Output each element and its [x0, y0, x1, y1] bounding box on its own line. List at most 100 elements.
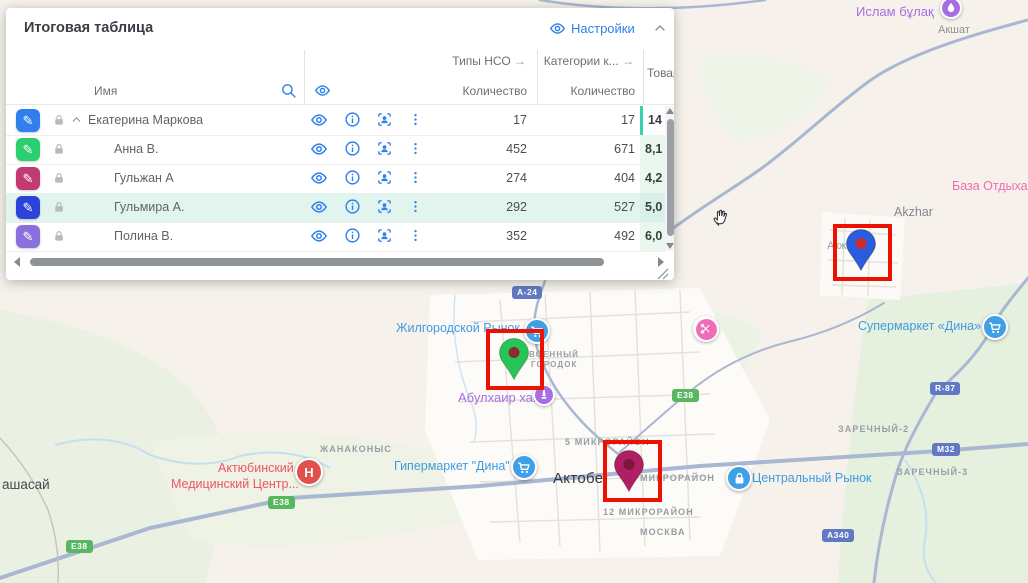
map-screen: Ислам бұлақ Акшат База Отдыха Akzhar Акж…: [0, 0, 1028, 583]
horizontal-scroll-thumb[interactable]: [30, 258, 604, 266]
map-label-akzhar[interactable]: Akzhar: [894, 205, 933, 219]
map-label-shashasay[interactable]: ашасай: [2, 477, 50, 492]
edit-button[interactable]: ✎: [16, 167, 40, 190]
eye-icon[interactable]: [310, 198, 328, 216]
map-pin-green[interactable]: [497, 337, 531, 381]
lock-icon[interactable]: [52, 142, 66, 156]
edit-button[interactable]: ✎: [16, 109, 40, 132]
map-label-moskva[interactable]: МОСКВА: [640, 527, 686, 537]
map-label-mkr-12[interactable]: 12 МИКРОРАЙОН: [603, 507, 694, 517]
panel-resize-handle[interactable]: [656, 267, 669, 280]
visibility-column-icon[interactable]: [314, 82, 331, 99]
map-label-islam-bulak[interactable]: Ислам бұлақ: [856, 4, 934, 19]
road-badge-e38-mid: Е38: [268, 496, 295, 509]
summary-table-panel: Итоговая таблица Настройки Типы НСО → Ка…: [6, 8, 674, 280]
column-group-kategorii[interactable]: Категории к... →: [522, 54, 634, 68]
road-badge-a24: А-24: [512, 286, 542, 299]
locate-icon[interactable]: [376, 169, 393, 186]
column-divider: [304, 50, 305, 104]
column-group-tovar[interactable]: Товар: [647, 66, 674, 80]
supermarket-cart-icon[interactable]: [982, 314, 1008, 340]
road-badge-a340: А340: [822, 529, 854, 542]
lock-icon[interactable]: [52, 171, 66, 185]
gipermarket-cart-icon[interactable]: [511, 454, 537, 480]
row-name: Гульжан А: [114, 171, 174, 185]
panel-collapse-button[interactable]: [652, 20, 668, 36]
vertical-scroll-thumb[interactable]: [667, 119, 674, 236]
hospital-icon[interactable]: Н: [295, 458, 323, 486]
locate-icon[interactable]: [376, 227, 393, 244]
table-row[interactable]: ✎ Екатерина Маркова 17 17 14: [6, 106, 666, 136]
map-pin-blue[interactable]: [844, 228, 878, 272]
map-label-aktobe[interactable]: Актобе: [553, 470, 603, 487]
road-badge-e38-right: Е38: [672, 389, 699, 402]
eye-icon[interactable]: [310, 111, 328, 129]
scroll-right-arrow[interactable]: [658, 257, 664, 267]
map-label-zarechny-3[interactable]: ЗАРЕЧНЫЙ-3: [897, 467, 968, 477]
scroll-left-arrow[interactable]: [14, 257, 20, 267]
kebab-menu-icon[interactable]: [408, 111, 423, 128]
locate-icon[interactable]: [376, 198, 393, 215]
collapse-row-icon[interactable]: [70, 113, 83, 126]
vertical-scrollbar[interactable]: [665, 106, 674, 251]
lock-icon[interactable]: [52, 229, 66, 243]
map-label-zarechny-2[interactable]: ЗАРЕЧНЫЙ-2: [838, 424, 909, 434]
map-label-zhanakonys[interactable]: ЖАНАКОНЫС: [320, 444, 392, 454]
table-row[interactable]: ✎ Анна В. 452 671 8,1: [6, 135, 666, 165]
qty1-value: 352: [436, 229, 527, 243]
map-label-abulkhair-khan[interactable]: Абулхаир хан: [458, 390, 540, 405]
search-icon[interactable]: [280, 82, 297, 99]
edit-button[interactable]: ✎: [16, 196, 40, 219]
header-separator: [6, 104, 674, 105]
rynok-lock-icon[interactable]: [726, 465, 752, 491]
qty2-value: 404: [544, 171, 635, 185]
beauty-poi-icon[interactable]: [693, 316, 719, 342]
panel-title: Итоговая таблица: [24, 20, 153, 36]
scroll-down-arrow[interactable]: [666, 243, 674, 249]
table-row[interactable]: ✎ Полина В. 352 492 6,0: [6, 222, 666, 252]
kebab-menu-icon[interactable]: [408, 198, 423, 215]
column-header-name: Имя: [94, 84, 117, 98]
qty2-value: 17: [544, 113, 635, 127]
column-group-label: Типы НСО: [452, 54, 510, 68]
column-header-qty1: Количество: [424, 84, 527, 98]
islam-bulak-fountain-icon[interactable]: [940, 0, 962, 19]
locate-icon[interactable]: [376, 140, 393, 157]
map-pin-crimson[interactable]: [612, 449, 646, 493]
row-name: Гульмира А.: [114, 200, 184, 214]
eye-icon[interactable]: [310, 140, 328, 158]
map-label-akshat[interactable]: Акшат: [938, 24, 970, 36]
lock-icon[interactable]: [52, 113, 66, 127]
scroll-up-arrow[interactable]: [666, 108, 674, 114]
chevron-up-icon: [652, 20, 668, 36]
map-label-med-center-line1[interactable]: Актюбинский: [218, 461, 294, 475]
kebab-menu-icon[interactable]: [408, 169, 423, 186]
info-icon[interactable]: [344, 140, 361, 157]
eye-icon[interactable]: [310, 227, 328, 245]
map-label-gipermarket-dina[interactable]: Гипермаркет "Дина": [394, 459, 510, 473]
column-group-tipy-nso[interactable]: Типы НСО →: [414, 54, 526, 68]
map-label-baza-otdyha[interactable]: База Отдыха: [952, 179, 1028, 193]
map-label-med-center-line2[interactable]: Медицинский Центр...: [171, 477, 299, 491]
kebab-menu-icon[interactable]: [408, 140, 423, 157]
edit-button[interactable]: ✎: [16, 138, 40, 161]
map-label-centralny-rynok[interactable]: Центральный Рынок: [752, 471, 872, 485]
edit-button[interactable]: ✎: [16, 225, 40, 248]
table-row-selected[interactable]: ✎ Гульмира А. 292 527 5,0: [6, 193, 666, 223]
locate-icon[interactable]: [376, 111, 393, 128]
qty1-value: 452: [436, 142, 527, 156]
kebab-menu-icon[interactable]: [408, 227, 423, 244]
info-icon[interactable]: [344, 198, 361, 215]
info-icon[interactable]: [344, 169, 361, 186]
info-icon[interactable]: [344, 227, 361, 244]
eye-icon[interactable]: [310, 169, 328, 187]
info-icon[interactable]: [344, 111, 361, 128]
column-divider: [643, 50, 644, 104]
settings-button[interactable]: Настройки: [549, 20, 635, 37]
map-label-supermarket-dina[interactable]: Супермаркет «Дина»: [858, 319, 981, 333]
horizontal-scrollbar[interactable]: [6, 254, 674, 269]
table-row[interactable]: ✎ Гульжан А 274 404 4,2: [6, 164, 666, 194]
lock-icon[interactable]: [52, 200, 66, 214]
road-badge-e38-left: Е38: [66, 540, 93, 553]
row-name: Анна В.: [114, 142, 158, 156]
